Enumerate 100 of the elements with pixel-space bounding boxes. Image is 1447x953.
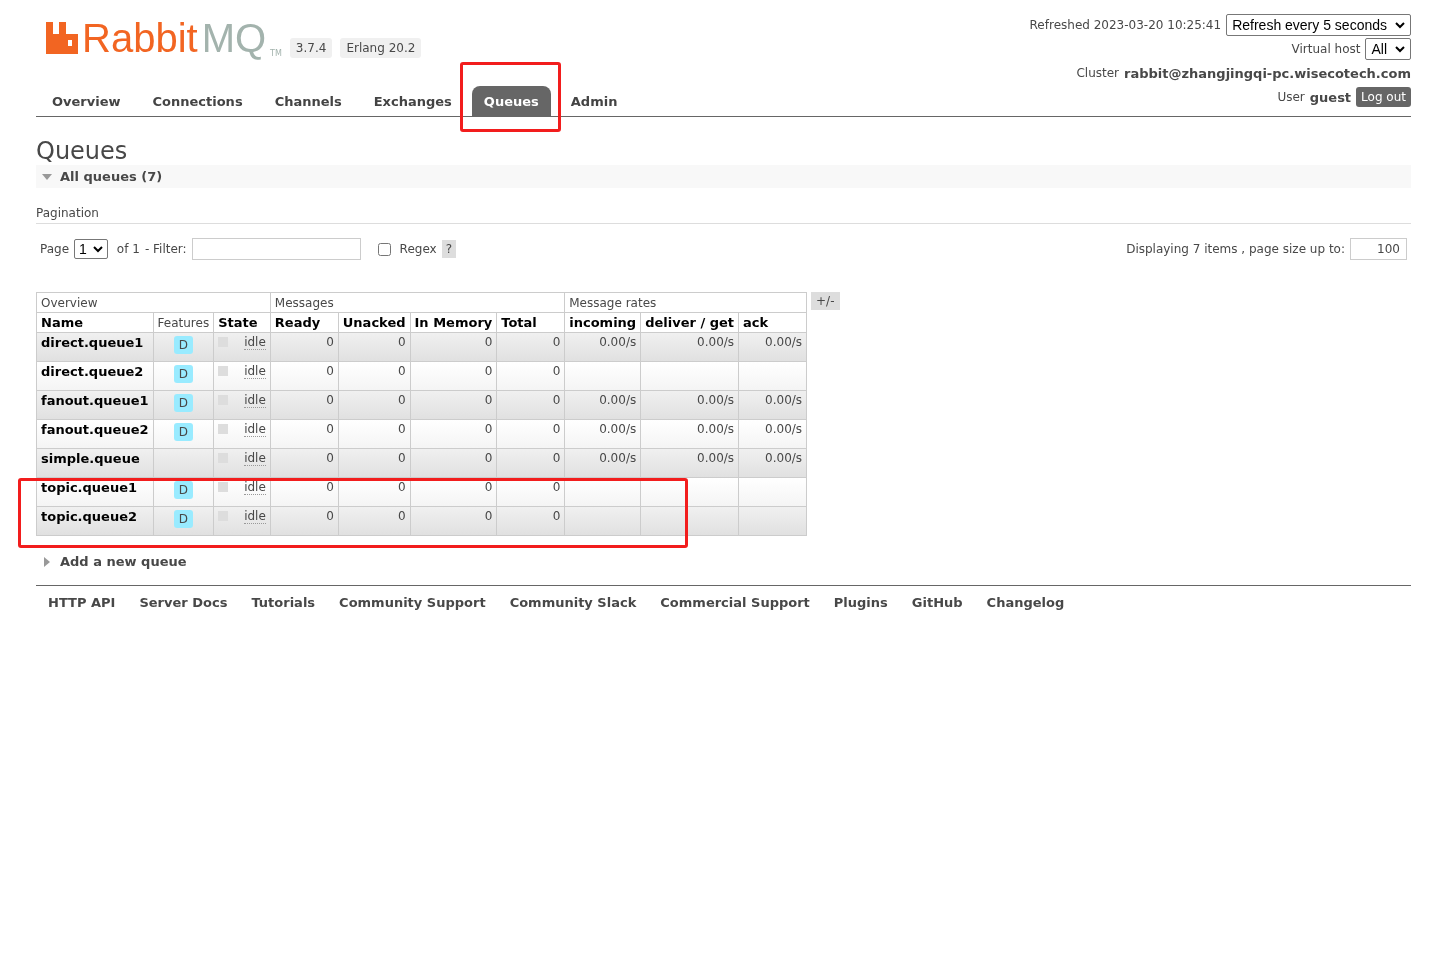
nav-tab[interactable]: Admin: [558, 86, 630, 116]
column-header: incoming: [564, 312, 641, 333]
feature-tag: D: [173, 481, 193, 499]
table-cell: 0.00/s: [640, 332, 739, 362]
footer-link[interactable]: Community Support: [339, 595, 486, 610]
feature-tag: D: [173, 423, 193, 441]
state-text: idle: [244, 393, 266, 408]
collapse-icon[interactable]: [42, 171, 52, 182]
feature-tag: D: [173, 394, 193, 412]
feature-tag: D: [173, 365, 193, 383]
table-cell: 0: [496, 390, 565, 420]
table-cell: 0: [338, 332, 411, 362]
column-header: deliver / get: [640, 312, 739, 333]
footer-link[interactable]: GitHub: [911, 595, 963, 610]
state-text: idle: [244, 451, 266, 466]
state-indicator-icon: [218, 482, 229, 492]
nav-tab[interactable]: Connections: [140, 86, 255, 116]
footer-link[interactable]: Community Slack: [509, 595, 637, 610]
page-size-field[interactable]: 100: [1350, 238, 1407, 260]
table-cell: 0: [410, 419, 497, 449]
caret-icon: [1395, 45, 1405, 53]
table-cell: 0: [270, 419, 339, 449]
page-select[interactable]: 1: [74, 239, 108, 259]
state-indicator-icon: [218, 424, 229, 434]
table-cell: 0.00/s: [738, 419, 807, 449]
table-cell: 0: [270, 361, 339, 391]
displaying-text: Displaying 7 items , page size up to:: [1126, 242, 1345, 256]
state-text: idle: [244, 480, 266, 495]
footer-link[interactable]: Server Docs: [139, 595, 228, 610]
regex-checkbox[interactable]: [377, 242, 391, 256]
table-cell: 0.00/s: [564, 390, 641, 420]
logout-button[interactable]: Log out: [1356, 87, 1411, 107]
caret-icon: [1395, 21, 1405, 29]
table-cell: 0: [338, 390, 411, 420]
table-cell: 0: [270, 448, 339, 478]
version-badge: 3.7.4: [289, 38, 333, 58]
table-cell: 0.00/s: [738, 448, 807, 478]
page-count: of 1: [116, 242, 140, 256]
column-group-header: Overview: [36, 292, 271, 313]
table-cell: 0.00/s: [564, 419, 641, 449]
table-cell: 0.00/s: [640, 390, 739, 420]
table-cell: 0: [338, 361, 411, 391]
table-cell: 0.00/s: [564, 448, 641, 478]
page-title: Queues: [36, 137, 129, 165]
table-cell: 0: [270, 390, 339, 420]
table-cell: 0.00/s: [564, 332, 641, 362]
column-header: Name: [36, 312, 154, 333]
table-cell: 0: [338, 506, 411, 536]
nav-tab[interactable]: Exchanges: [361, 86, 464, 116]
column-header: Ready: [270, 312, 339, 333]
table-cell: 0: [496, 506, 565, 536]
user-label: User: [1277, 90, 1305, 104]
table-cell: 0: [496, 361, 565, 391]
nav-tab[interactable]: Queues: [471, 86, 551, 116]
state-text: idle: [244, 364, 266, 379]
vhost-label: Virtual host: [1291, 42, 1361, 56]
footer-link[interactable]: Tutorials: [251, 595, 316, 610]
help-button[interactable]: ?: [441, 240, 457, 258]
cluster-label: Cluster: [1076, 66, 1119, 80]
user-name: guest: [1309, 89, 1352, 105]
queue-name[interactable]: direct.queue2: [36, 361, 154, 391]
table-cell: 0.00/s: [640, 448, 739, 478]
table-cell: 0.00/s: [738, 390, 807, 420]
refresh-select[interactable]: Refresh every 5 seconds: [1226, 14, 1411, 36]
table-cell: 0: [270, 332, 339, 362]
table-cell: 0.00/s: [738, 332, 807, 362]
vhost-select[interactable]: All: [1365, 38, 1411, 60]
expand-icon[interactable]: [42, 556, 52, 567]
column-header: Features: [153, 312, 214, 333]
columns-toggle-button[interactable]: +/-: [811, 292, 840, 310]
table-cell: 0: [410, 448, 497, 478]
table-cell: 0: [410, 506, 497, 536]
queue-name[interactable]: fanout.queue2: [36, 419, 154, 449]
table-cell: 0: [270, 506, 339, 536]
table-cell: 0: [496, 332, 565, 362]
footer-link[interactable]: Commercial Support: [660, 595, 810, 610]
queue-name[interactable]: topic.queue2: [36, 506, 154, 536]
column-header: State: [213, 312, 271, 333]
erlang-badge: Erlang 20.2: [340, 38, 422, 58]
nav-tab[interactable]: Channels: [262, 86, 354, 116]
footer-link[interactable]: Changelog: [986, 595, 1065, 610]
queue-name[interactable]: direct.queue1: [36, 332, 154, 362]
section-header[interactable]: All queues (7): [36, 165, 1411, 188]
pagination-heading: Pagination: [36, 206, 1411, 224]
queue-name[interactable]: simple.queue: [36, 448, 154, 478]
footer-link[interactable]: HTTP API: [48, 595, 116, 610]
queue-name[interactable]: fanout.queue1: [36, 390, 154, 420]
table-cell: 0: [338, 448, 411, 478]
nav-tab[interactable]: Overview: [40, 86, 133, 116]
footer-link[interactable]: Plugins: [833, 595, 888, 610]
table-cell: 0: [410, 390, 497, 420]
column-group-header: Message rates: [564, 292, 807, 313]
state-text: idle: [244, 422, 266, 437]
regex-label: Regex: [399, 242, 437, 256]
refreshed-time: Refreshed 2023-03-20 10:25:41: [1029, 18, 1222, 32]
filter-label: - Filter:: [144, 242, 187, 256]
filter-field[interactable]: [191, 238, 361, 260]
table-cell: 0.00/s: [640, 419, 739, 449]
add-queue-link[interactable]: Add a new queue: [60, 554, 187, 569]
cluster-name: rabbit@zhangjingqi-pc.wisecotech.com: [1124, 65, 1411, 81]
